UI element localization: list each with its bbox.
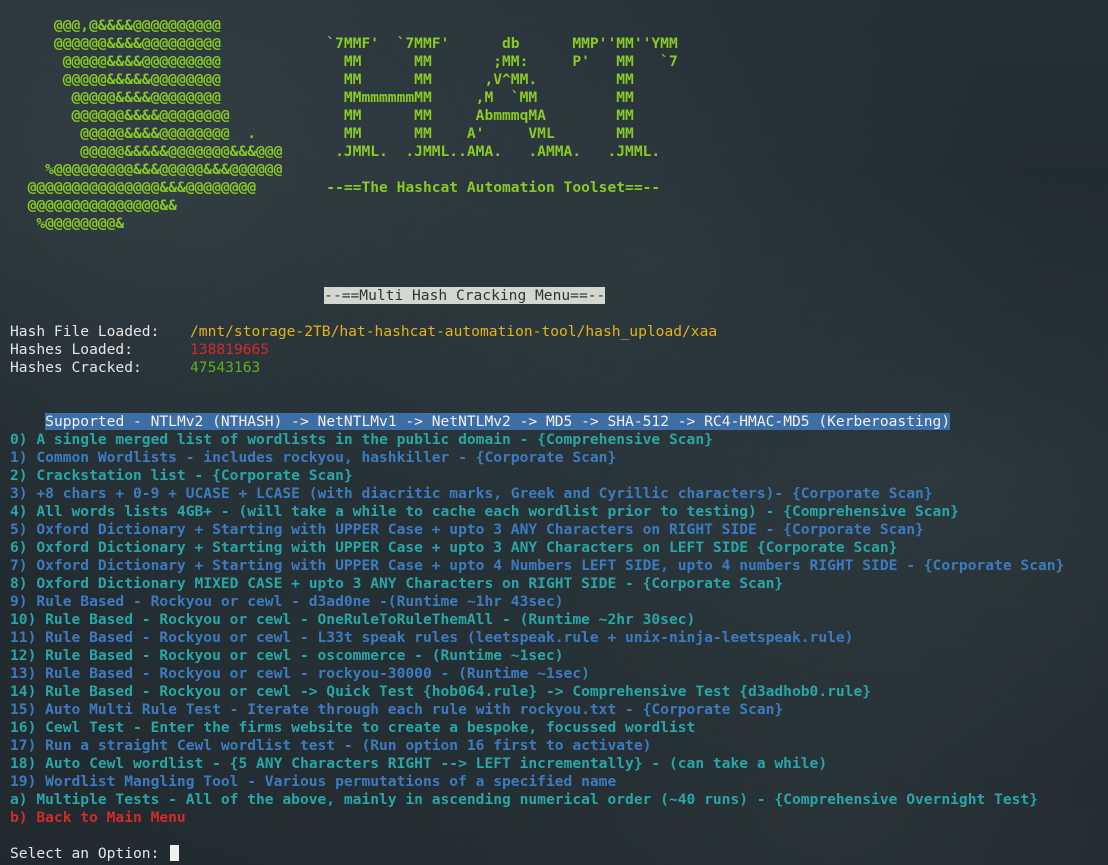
supported-formats-text: Supported - NTLMv2 (NTHASH) -> NetNTLMv1…	[45, 413, 951, 430]
prompt-text: Select an Option:	[10, 845, 169, 862]
ascii-art-line: @@@@@&&&&&@@@@@@@&&&@@@ .JMML. .JMML..AM…	[10, 143, 661, 160]
ascii-art-line: @@@@@@&&&&@@@@@@@@ MM MM AbmmmqMA MM	[10, 107, 634, 124]
ascii-art-line: @@@@@@&&&&@@@@@@@@@ `7MMF' `7MMF' db MMP…	[10, 35, 678, 52]
text-cursor[interactable]	[170, 845, 180, 861]
menu-option[interactable]: 14) Rule Based - Rockyou or cewl -> Quic…	[10, 683, 871, 701]
menu-option[interactable]: 18) Auto Cewl wordlist - {5 ANY Characte…	[10, 755, 827, 773]
menu-option[interactable]: b) Back to Main Menu	[10, 809, 186, 827]
ascii-art-line: @@@@@@@@@@@@@@@&&	[10, 197, 177, 214]
menu-option[interactable]: 5) Oxford Dictionary + Starting with UPP…	[10, 521, 924, 539]
menu-option[interactable]: 16) Cewl Test - Enter the firms website …	[10, 719, 695, 737]
ascii-art-line: @@@@@&&&&@@@@@@@@@ MM MM ;MM: P' MM `7	[10, 53, 678, 70]
terminal-window: @@@,@&&&&@@@@@@@@@@ @@@@@@&&&&@@@@@@@@@ …	[0, 0, 1108, 865]
ascii-art-line: @@@,@&&&&@@@@@@@@@@	[10, 17, 221, 34]
menu-option[interactable]: 4) All words lists 4GB+ - (will take a w…	[10, 503, 959, 521]
hashes-cracked-count: 47543163	[190, 359, 261, 376]
menu-title: --==Multi Hash Cracking Menu==--	[289, 269, 606, 304]
menu-option[interactable]: 3) +8 chars + 0-9 + UCASE + LCASE (with …	[10, 485, 933, 503]
prompt-line[interactable]: Select an Option:	[10, 845, 180, 863]
menu-option[interactable]: a) Multiple Tests - All of the above, ma…	[10, 791, 1038, 809]
menu-option[interactable]: 9) Rule Based - Rockyou or cewl - d3ad0n…	[10, 593, 564, 611]
hashes-loaded-count: 138819665	[190, 341, 270, 358]
ascii-art-line: @@@@@&&&&@@@@@@@@ MMmmmmmmMM ,M `MM MM	[10, 89, 634, 106]
hash-file-label: Hash File Loaded:	[10, 323, 160, 340]
menu-option[interactable]: 2) Crackstation list - {Corporate Scan}	[10, 467, 353, 485]
menu-option[interactable]: 15) Auto Multi Rule Test - Iterate throu…	[10, 701, 783, 719]
menu-option[interactable]: 1) Common Wordlists - includes rockyou, …	[10, 449, 616, 467]
menu-option[interactable]: 11) Rule Based - Rockyou or cewl - L33t …	[10, 629, 853, 647]
hash-file-path: /mnt/storage-2TB/hat-hashcat-automation-…	[190, 323, 718, 340]
ascii-art-line: @@@@@&&&&@@@@@@@@ . MM MM A' VML MM	[10, 125, 634, 142]
ascii-art-line: @@@@@@@@@@@@@@@&&&@@@@@@@@ --==The Hashc…	[10, 179, 661, 196]
ascii-art-line: @@@@@&&&&&@@@@@@@@ MM MM ,V^MM. MM	[10, 71, 634, 88]
ascii-art-line: %@@@@@@@@@&&&@@@@@&&&@@@@@@	[10, 161, 283, 178]
hashes-cracked-label: Hashes Cracked:	[10, 359, 142, 376]
menu-option[interactable]: 8) Oxford Dictionary MIXED CASE + upto 3…	[10, 575, 783, 593]
menu-option[interactable]: 13) Rule Based - Rockyou or cewl - rocky…	[10, 665, 590, 683]
menu-option[interactable]: 17) Run a straight Cewl wordlist test - …	[10, 737, 651, 755]
menu-option[interactable]: 19) Wordlist Mangling Tool - Various per…	[10, 773, 616, 791]
supported-formats: Supported - NTLMv2 (NTHASH) -> NetNTLMv1…	[10, 395, 951, 430]
menu-title-text: --==Multi Hash Cracking Menu==--	[324, 287, 606, 304]
ascii-art-line: %@@@@@@@@&	[10, 215, 125, 232]
menu-option[interactable]: 12) Rule Based - Rockyou or cewl - oscom…	[10, 647, 564, 665]
menu-option[interactable]: 10) Rule Based - Rockyou or cewl - OneRu…	[10, 611, 695, 629]
menu-option[interactable]: 6) Oxford Dictionary + Starting with UPP…	[10, 539, 897, 557]
menu-option[interactable]: 7) Oxford Dictionary + Starting with UPP…	[10, 557, 1064, 575]
hashes-loaded-label: Hashes Loaded:	[10, 341, 134, 358]
menu-option[interactable]: 0) A single merged list of wordlists in …	[10, 431, 713, 449]
